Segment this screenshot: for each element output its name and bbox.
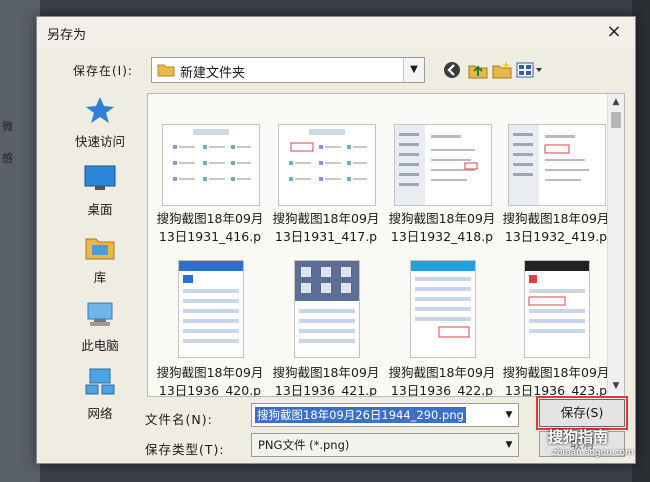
file-item[interactable]: 搜狗截图18年09月 13日1932_419.p xyxy=(502,124,612,264)
places-sidebar: 快速访问 桌面 库 此电脑 网络 xyxy=(51,95,149,425)
file-name: 搜狗截图18年09月 13日1936_423.p xyxy=(502,365,610,397)
title-bar: 另存为 × xyxy=(37,17,635,47)
background-text: 感 xyxy=(2,152,13,165)
file-item[interactable]: 搜狗截图18年09月 13日1936_420.p xyxy=(156,260,266,396)
file-name: 搜狗截图18年09月 13日1931_416.p xyxy=(156,211,264,244)
file-thumbnail xyxy=(508,124,606,206)
place-label: 网络 xyxy=(87,406,113,421)
location-dropdown[interactable]: 新建文件夹 ▼ xyxy=(151,57,425,83)
file-name-value: 搜狗截图18年09月26日1944_290.png xyxy=(255,407,466,423)
location-text: 新建文件夹 xyxy=(180,66,246,81)
file-thumbnail xyxy=(410,260,476,358)
file-name-input[interactable]: 搜狗截图18年09月26日1944_290.png ▼ xyxy=(251,403,519,427)
watermark: 搜狗指南 zhinan.sogou.com xyxy=(548,426,648,466)
save-as-dialog: 另存为 × 保存在(I): 新建文件夹 ▼ 快速访问 桌面 库 此电脑 网络 搜… xyxy=(36,16,636,464)
save-button[interactable]: 保存(S) xyxy=(536,396,628,430)
up-folder-icon[interactable] xyxy=(467,59,489,81)
place-label: 库 xyxy=(93,270,107,285)
desktop-icon xyxy=(84,165,116,190)
library-icon xyxy=(85,238,115,260)
vertical-scrollbar[interactable]: ▲ ▼ xyxy=(607,94,624,394)
file-item[interactable]: 搜狗截图18年09月 13日1936_422.p xyxy=(388,260,498,396)
file-name: 搜狗截图18年09月 13日1936_422.p xyxy=(388,365,496,397)
save-in-label: 保存在(I): xyxy=(73,64,133,78)
view-menu-icon[interactable] xyxy=(515,59,545,81)
this-pc-icon xyxy=(87,302,113,326)
file-type-label: 保存类型(T): xyxy=(145,442,225,457)
place-library[interactable]: 库 xyxy=(51,231,149,291)
folder-icon xyxy=(157,64,175,77)
file-thumbnail xyxy=(524,260,590,358)
scrollbar-thumb[interactable] xyxy=(611,112,621,128)
network-icon xyxy=(85,368,115,395)
place-label: 此电脑 xyxy=(81,338,119,353)
file-name: 搜狗截图18年09月 13日1936_421.p xyxy=(272,365,380,397)
watermark-url: zhinan.sogou.com xyxy=(552,448,634,458)
file-item[interactable]: 搜狗截图18年09月 13日1931_417.p xyxy=(272,124,382,264)
file-item[interactable]: 搜狗截图18年09月 13日1936_421.p xyxy=(272,260,382,396)
place-quick-access[interactable]: 快速访问 xyxy=(51,95,149,155)
dialog-title: 另存为 xyxy=(47,28,87,43)
file-name: 搜狗截图18年09月 13日1936_420.p xyxy=(156,365,264,397)
quick-access-star-icon xyxy=(86,97,114,123)
chevron-down-icon: ▼ xyxy=(505,440,513,450)
scroll-up-icon[interactable]: ▲ xyxy=(608,94,624,110)
place-this-pc[interactable]: 此电脑 xyxy=(51,299,149,359)
background-text: 微 xyxy=(2,120,13,133)
watermark-logo: 搜狗指南 xyxy=(548,428,609,446)
place-label: 桌面 xyxy=(87,202,113,217)
place-desktop[interactable]: 桌面 xyxy=(51,163,149,223)
file-item[interactable]: 搜狗截图18年09月 13日1932_418.p xyxy=(388,124,498,264)
new-folder-icon[interactable] xyxy=(491,59,513,81)
file-thumbnail xyxy=(394,124,492,206)
file-thumbnail xyxy=(278,124,376,206)
background-app: 微 感 xyxy=(0,0,40,482)
file-thumbnail xyxy=(294,260,360,358)
file-name: 搜狗截图18年09月 13日1931_417.p xyxy=(272,211,380,244)
file-thumbnail xyxy=(178,260,244,358)
file-thumbnail xyxy=(162,124,260,206)
place-label: 快速访问 xyxy=(74,134,125,149)
file-name: 搜狗截图18年09月 13日1932_418.p xyxy=(388,211,496,244)
place-network[interactable]: 网络 xyxy=(51,367,149,427)
chevron-down-icon: ▼ xyxy=(403,58,424,82)
file-item[interactable]: 搜狗截图18年09月 13日1931_416.p xyxy=(156,124,266,264)
file-item[interactable]: 搜狗截图18年09月 13日1936_423.p xyxy=(502,260,612,396)
chevron-down-icon[interactable]: ▼ xyxy=(500,404,518,426)
file-list[interactable]: 搜狗截图18年09月 13日1931_416.p 搜狗截图18年09月 13日193… xyxy=(147,93,625,397)
file-name-label: 文件名(N): xyxy=(145,412,213,427)
file-name: 搜狗截图18年09月 13日1932_419.p xyxy=(502,211,610,244)
back-icon[interactable] xyxy=(441,59,463,81)
close-button[interactable]: × xyxy=(603,21,625,43)
scroll-down-icon[interactable]: ▼ xyxy=(608,378,624,394)
file-type-value: PNG文件 (*.png) xyxy=(258,438,350,452)
file-type-dropdown[interactable]: PNG文件 (*.png) ▼ xyxy=(251,433,519,457)
